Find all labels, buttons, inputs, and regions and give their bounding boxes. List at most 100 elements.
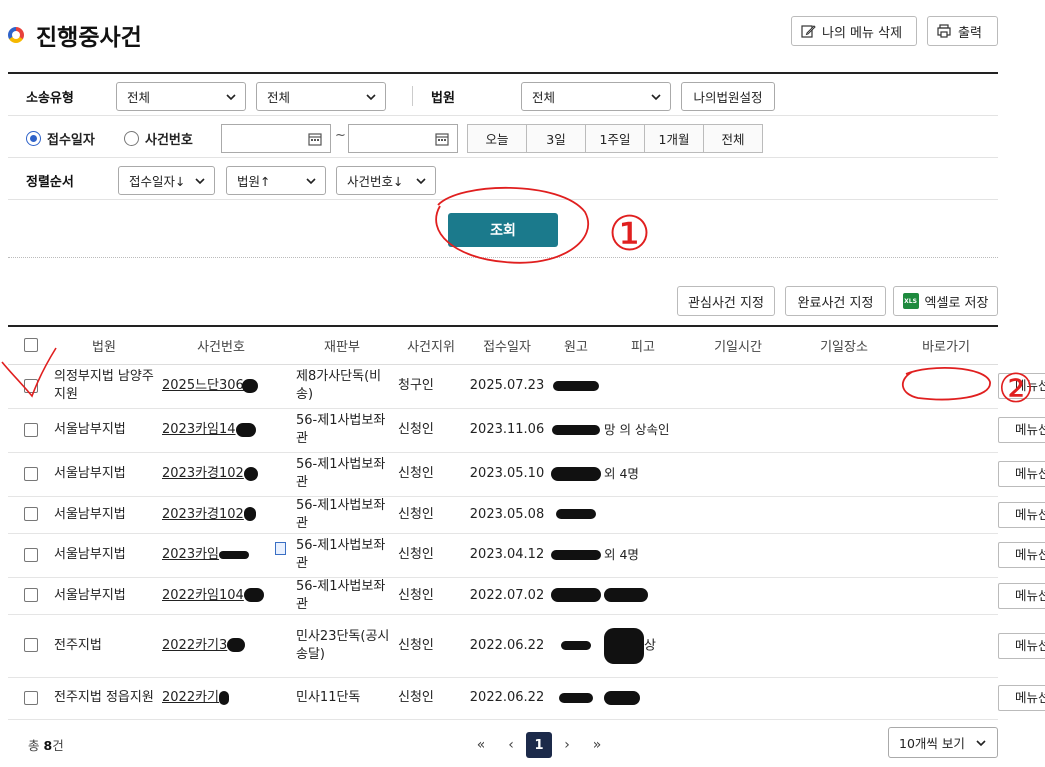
hearing-place-cell xyxy=(794,408,894,453)
calendar-icon xyxy=(308,133,322,146)
table-row: 서울남부지법 2023카경102 56-제1사법보좌관 신청인 2023.05.… xyxy=(8,496,1045,534)
defendant-cell xyxy=(604,677,682,720)
case-type-select-1[interactable]: 전체 xyxy=(116,82,246,111)
table-header-row: 법원 사건번호 재판부 사건지위 접수일자 원고 피고 기일시간 기일장소 바로… xyxy=(8,326,998,365)
redaction-mark xyxy=(243,588,264,602)
menu-select-button[interactable]: 메뉴선택 xyxy=(998,582,1045,609)
case-number-link[interactable]: 2023카임 xyxy=(162,547,219,562)
chevron-down-icon xyxy=(306,178,316,185)
court-cell: 서울남부지법 xyxy=(54,577,154,615)
case-number-cell: 2023카임 xyxy=(154,533,288,578)
row-checkbox[interactable] xyxy=(24,422,38,437)
pagination-footer: 총 8건 « ‹ 1 › » 10개씩 보기 xyxy=(8,726,998,762)
radio-case-number-label: 사건번호 xyxy=(145,133,193,148)
complete-case-button[interactable]: 완료사건 지정 xyxy=(785,286,886,316)
menu-select-button[interactable]: 메뉴선택 xyxy=(998,417,1045,443)
radio-case-number[interactable]: 사건번호 xyxy=(124,129,193,148)
my-court-setting-button[interactable]: 나의법원설정 xyxy=(681,82,775,111)
row-checkbox[interactable] xyxy=(24,466,38,481)
case-number-link[interactable]: 2023카경102 xyxy=(162,507,244,522)
menu-select-button[interactable]: 메뉴선택 xyxy=(998,372,1045,399)
sort-select-receipt[interactable]: 접수일자↓ xyxy=(118,166,215,195)
hearing-time-cell xyxy=(682,496,794,534)
plaintiff-cell xyxy=(548,577,604,615)
chevron-down-icon xyxy=(416,178,426,185)
case-number-cell: 2022카기 xyxy=(154,677,288,720)
menu-select-button[interactable]: 메뉴선택 xyxy=(998,542,1045,568)
menu-select-button[interactable]: 메뉴선택 xyxy=(998,461,1045,487)
current-page-button[interactable]: 1 xyxy=(526,732,552,758)
next-page-icon[interactable]: › xyxy=(552,737,582,753)
case-type-select-2[interactable]: 전체 xyxy=(256,82,386,111)
row-checkbox[interactable] xyxy=(24,638,38,652)
total-count: 총 8건 xyxy=(28,735,64,754)
period-1week[interactable]: 1주일 xyxy=(585,124,645,153)
redaction-mark xyxy=(604,627,644,664)
row-checkbox[interactable] xyxy=(24,547,38,562)
row-checkbox[interactable] xyxy=(24,507,38,521)
date-cell: 2025.07.23 xyxy=(466,364,548,409)
header-defendant: 피고 xyxy=(604,326,682,365)
edit-icon xyxy=(801,25,816,38)
page-size-select[interactable]: 10개씩 보기 xyxy=(888,727,998,758)
row-checkbox[interactable] xyxy=(24,378,38,393)
excel-save-button[interactable]: XLS 엑셀로 저장 xyxy=(893,286,998,316)
case-number-cell: 2023카경102 xyxy=(154,496,288,534)
case-type-value-1: 전체 xyxy=(127,90,151,105)
excel-save-label: 엑셀로 저장 xyxy=(924,295,989,311)
row-checkbox[interactable] xyxy=(24,588,38,602)
interest-case-button[interactable]: 관심사건 지정 xyxy=(677,286,775,316)
menu-select-button[interactable]: 메뉴선택 xyxy=(998,685,1045,711)
court-cell: 서울남부지법 xyxy=(54,533,154,578)
case-number-link[interactable]: 2023카임14 xyxy=(162,422,236,437)
search-button[interactable]: 조회 xyxy=(448,213,558,247)
document-icon[interactable] xyxy=(275,541,286,555)
table-row: 서울남부지법 2023카임14 56-제1사법보좌관 신청인 2023.11.0… xyxy=(8,408,1045,453)
period-all[interactable]: 전체 xyxy=(703,124,763,153)
redaction-mark xyxy=(553,380,599,391)
court-cell: 서울남부지법 xyxy=(54,408,154,453)
period-today[interactable]: 오늘 xyxy=(467,124,527,153)
shortcut-cell xyxy=(894,452,998,497)
period-3days[interactable]: 3일 xyxy=(526,124,586,153)
date-range-tilde: ~ xyxy=(335,128,346,143)
case-number-link[interactable]: 2022카임104 xyxy=(162,588,244,603)
menu-select-button[interactable]: 메뉴선택 xyxy=(998,501,1045,528)
last-page-icon[interactable]: » xyxy=(582,737,612,753)
start-date-input[interactable] xyxy=(221,124,331,153)
prev-page-icon[interactable]: ‹ xyxy=(496,737,526,753)
row-checkbox[interactable] xyxy=(24,690,38,705)
sort-row: 정렬순서 접수일자↓ 법원↑ 사건번호↓ xyxy=(8,158,998,200)
hearing-time-cell xyxy=(682,452,794,497)
radio-receipt-date[interactable]: 접수일자 xyxy=(26,129,95,148)
redaction-mark xyxy=(604,690,640,705)
sort-select-case-number[interactable]: 사건번호↓ xyxy=(336,166,436,195)
case-number-link[interactable]: 2022카기 xyxy=(162,690,219,705)
case-number-link[interactable]: 2022카기3 xyxy=(162,638,227,653)
court-select[interactable]: 전체 xyxy=(521,82,671,111)
pager: « ‹ 1 › » xyxy=(466,732,612,758)
chevron-down-icon xyxy=(195,178,205,185)
menu-select-button[interactable]: 메뉴선택 xyxy=(998,632,1045,659)
redaction-mark xyxy=(243,466,258,481)
header-receipt-date: 접수일자 xyxy=(466,326,548,365)
date-cell: 2022.06.22 xyxy=(466,614,548,678)
court-label: 법원 xyxy=(431,91,455,106)
case-type-value-2: 전체 xyxy=(267,90,291,105)
delete-menu-button[interactable]: 나의 메뉴 삭제 xyxy=(791,16,917,46)
first-page-icon[interactable]: « xyxy=(466,737,496,753)
case-type-row: 소송유형 전체 전체 법원 전체 나의법원설정 xyxy=(8,74,998,116)
case-number-cell: 2022카기3 xyxy=(154,614,288,678)
redaction-mark xyxy=(219,550,250,559)
sort-select-court[interactable]: 법원↑ xyxy=(226,166,326,195)
select-all-checkbox[interactable] xyxy=(24,338,38,353)
print-button[interactable]: 출력 xyxy=(927,16,998,46)
case-number-link[interactable]: 2025느단306 xyxy=(162,378,244,393)
header-hearing-time: 기일시간 xyxy=(682,326,794,365)
period-1month[interactable]: 1개월 xyxy=(644,124,704,153)
sort-value-2: 법원↑ xyxy=(237,174,271,189)
case-number-link[interactable]: 2023카경102 xyxy=(162,466,244,481)
status-cell: 신청인 xyxy=(396,452,466,497)
redaction-mark xyxy=(559,692,593,703)
end-date-input[interactable] xyxy=(348,124,458,153)
